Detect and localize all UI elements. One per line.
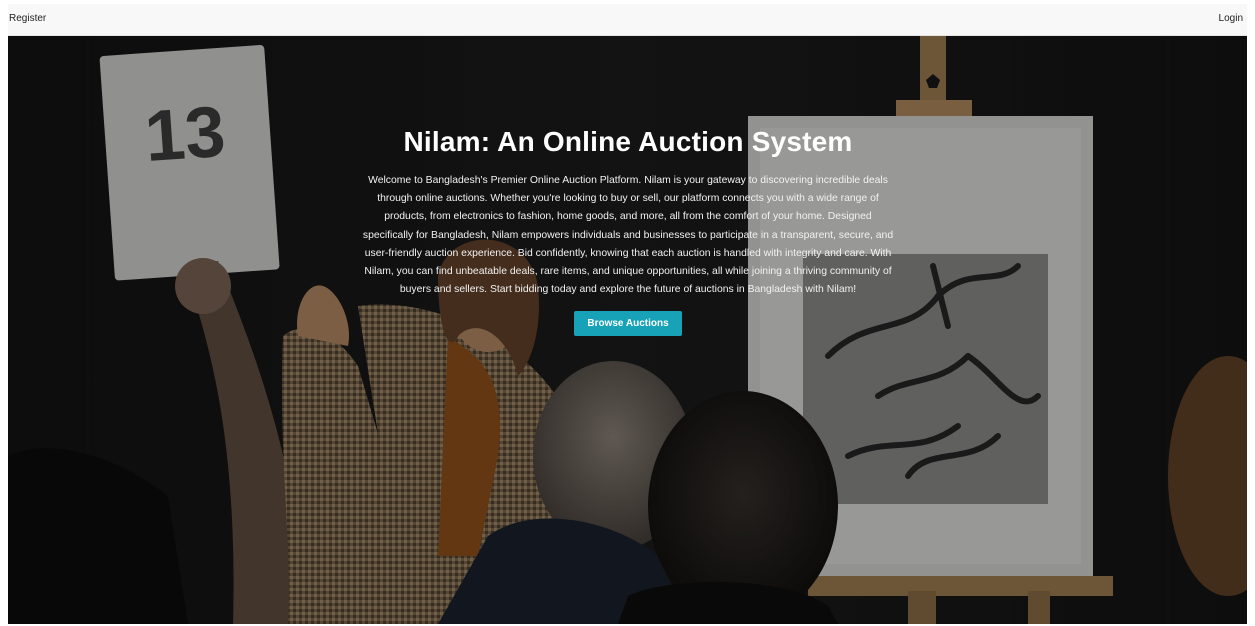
login-link[interactable]: Login (1219, 13, 1243, 24)
hero-content: Nilam: An Online Auction System Welcome … (358, 122, 898, 337)
register-link[interactable]: Register (9, 13, 46, 24)
browse-auctions-button[interactable]: Browse Auctions (574, 311, 682, 337)
hero-description: Welcome to Bangladesh's Premier Online A… (362, 175, 894, 296)
top-navbar: Register Login (8, 4, 1247, 36)
page-title: Nilam: An Online Auction System (403, 126, 853, 157)
hero-section: 13 Nilam: An Online Auction System Welco… (8, 36, 1247, 624)
